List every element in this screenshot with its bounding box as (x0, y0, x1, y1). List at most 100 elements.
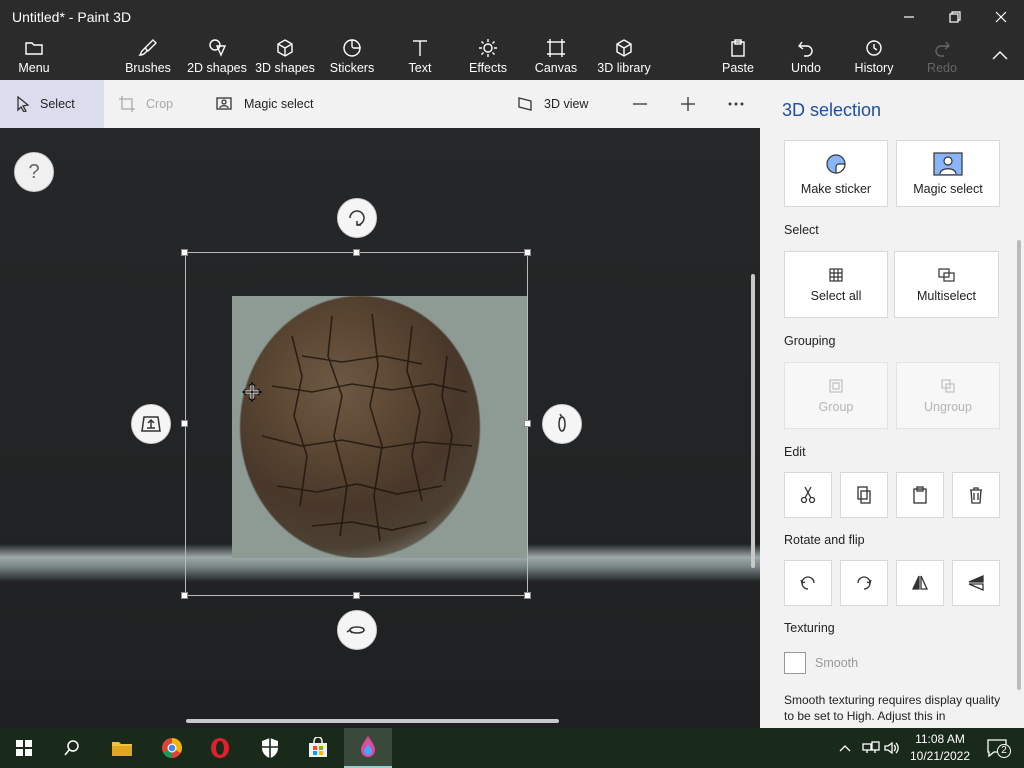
restore-button[interactable] (932, 0, 978, 34)
stickers-label: Stickers (329, 61, 375, 75)
history-label: History (854, 61, 894, 75)
network-status[interactable] (862, 728, 880, 768)
rotate-x-handle[interactable] (337, 610, 377, 650)
restore-icon (949, 11, 961, 23)
resize-handle-top-right[interactable] (524, 249, 531, 256)
group-icon (829, 378, 843, 393)
security-button[interactable] (246, 728, 294, 768)
smooth-checkbox[interactable] (784, 652, 806, 674)
flip-horizontal-button[interactable] (896, 560, 944, 606)
brushes-button[interactable]: Brushes (124, 36, 172, 78)
opera-button[interactable] (196, 728, 244, 768)
paste-button[interactable]: Paste (718, 36, 758, 78)
group-button[interactable]: Group (784, 362, 888, 429)
redo-button[interactable]: Redo (922, 36, 962, 78)
resize-handle-top-left[interactable] (181, 249, 188, 256)
effects-button[interactable]: Effects (466, 36, 510, 78)
cursor-arrow-icon (17, 96, 30, 112)
plus-icon (681, 97, 695, 111)
help-button[interactable]: ? (14, 152, 54, 192)
windows-taskbar: 11:08 AM 10/21/2022 2 (0, 728, 1024, 768)
resize-handle-bottom[interactable] (353, 592, 360, 599)
start-button[interactable] (0, 728, 48, 768)
magic-select-icon (933, 151, 963, 176)
search-button[interactable] (48, 728, 96, 768)
select-all-button[interactable]: Select all (784, 251, 888, 318)
edit-paste-button[interactable] (896, 472, 944, 518)
undo-button[interactable]: Undo (786, 36, 826, 78)
rotate-right-icon (857, 576, 872, 590)
flip-horizontal-icon (911, 575, 929, 590)
multiselect-label: Multiselect (916, 288, 977, 303)
3d-library-icon (616, 39, 632, 57)
magic-select-label: Magic select (244, 97, 314, 111)
volume-status[interactable] (884, 728, 902, 768)
resize-handle-left[interactable] (181, 420, 188, 427)
close-icon (995, 11, 1007, 23)
resize-handle-bottom-right[interactable] (524, 592, 531, 599)
group-label: Group (818, 399, 854, 414)
ungroup-button[interactable]: Ungroup (896, 362, 1000, 429)
magic-select-button[interactable]: Magic select (216, 80, 336, 128)
3d-library-button[interactable]: 3D library (594, 36, 654, 78)
notification-center-button[interactable]: 2 (984, 728, 1011, 768)
depth-push-icon (141, 416, 161, 432)
select-tool-button[interactable]: Select (0, 80, 104, 128)
resize-handle-right[interactable] (524, 420, 531, 427)
clock-time: 11:08 AM (915, 732, 965, 746)
delete-button[interactable] (952, 472, 1000, 518)
store-button[interactable] (294, 728, 342, 768)
rotate-right-button[interactable] (840, 560, 888, 606)
scissors-icon (800, 486, 816, 504)
minimize-button[interactable] (886, 0, 932, 34)
3d-view-button[interactable]: 3D view (516, 80, 604, 128)
selection-box[interactable] (185, 252, 528, 596)
file-explorer-button[interactable] (98, 728, 146, 768)
more-options-button[interactable] (720, 80, 752, 128)
rotate-z-handle[interactable] (337, 198, 377, 238)
paint3d-taskbar-button[interactable] (344, 728, 392, 768)
zoom-in-button[interactable] (672, 80, 704, 128)
text-button[interactable]: Text (400, 36, 440, 78)
menu-button[interactable]: Menu (14, 36, 54, 78)
zoom-out-button[interactable] (624, 80, 656, 128)
taskbar-clock[interactable]: 11:08 AM 10/21/2022 (904, 731, 976, 765)
crop-button[interactable]: Crop (118, 80, 198, 128)
show-hidden-icons[interactable] (838, 728, 852, 768)
brush-icon (138, 39, 157, 56)
history-button[interactable]: History (850, 36, 898, 78)
panel-scrollbar[interactable] (1017, 240, 1021, 690)
chrome-button[interactable] (148, 728, 196, 768)
rotate-y-handle[interactable] (542, 404, 582, 444)
rotate-left-button[interactable] (784, 560, 832, 606)
chevron-up-icon (839, 745, 851, 752)
canvas-button[interactable]: Canvas (534, 36, 578, 78)
brushes-label: Brushes (125, 61, 171, 75)
cut-button[interactable] (784, 472, 832, 518)
make-sticker-button[interactable]: Make sticker (784, 140, 888, 207)
stickers-button[interactable]: Stickers (328, 36, 376, 78)
notification-count: 2 (997, 744, 1011, 758)
store-icon (309, 737, 327, 757)
flip-vertical-button[interactable] (952, 560, 1000, 606)
resize-handle-bottom-left[interactable] (181, 592, 188, 599)
3d-library-label: 3D library (597, 61, 651, 75)
ellipsis-icon (728, 102, 744, 106)
close-button[interactable] (978, 0, 1024, 34)
horizontal-scrollbar[interactable] (186, 719, 559, 723)
crop-label: Crop (146, 97, 174, 111)
history-icon (866, 40, 882, 56)
vertical-scrollbar[interactable] (751, 274, 755, 568)
resize-handle-top[interactable] (353, 249, 360, 256)
2d-shapes-icon (209, 39, 227, 57)
canvas-label: Canvas (534, 61, 578, 75)
push-back-handle[interactable] (131, 404, 171, 444)
drawing-canvas[interactable]: ? (0, 128, 760, 728)
panel-magic-select-button[interactable]: Magic select (896, 140, 1000, 207)
rotate-left-icon (800, 576, 815, 590)
move-cursor-icon (242, 382, 262, 402)
shapes-2d-button[interactable]: 2D shapes (186, 36, 248, 78)
shapes-3d-button[interactable]: 3D shapes (254, 36, 316, 78)
copy-button[interactable] (840, 472, 888, 518)
multiselect-button[interactable]: Multiselect (894, 251, 999, 318)
